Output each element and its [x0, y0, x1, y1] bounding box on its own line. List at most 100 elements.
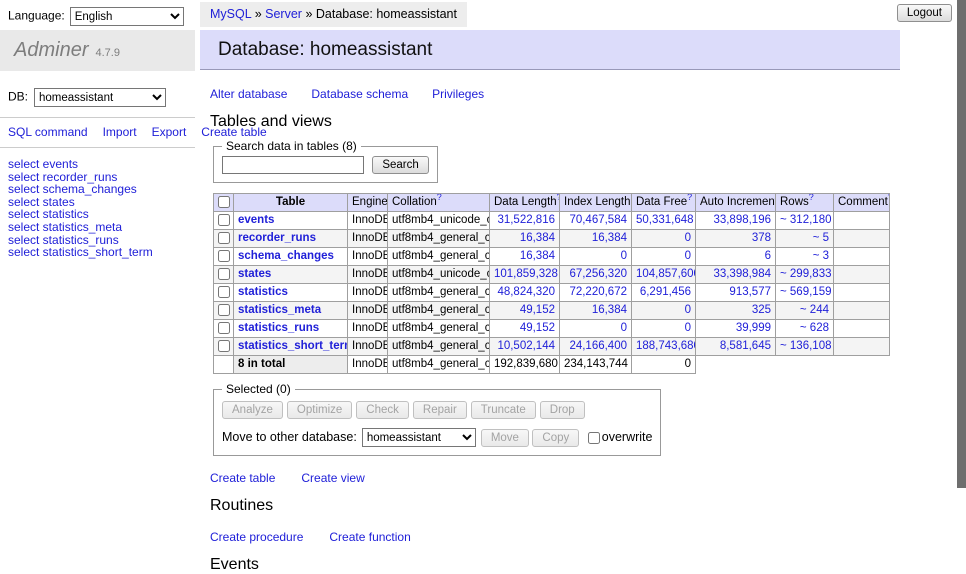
row-checkbox[interactable]	[218, 286, 230, 298]
rows-count-link[interactable]: ~ 628	[776, 320, 834, 338]
table-name-link[interactable]: statistics_meta	[238, 304, 321, 316]
database-nav-link[interactable]: Privileges	[432, 87, 484, 101]
selected-action-button[interactable]: Check	[356, 401, 409, 419]
column-header: Rows?	[776, 194, 834, 212]
collation-cell: utf8mb4_general_ci	[388, 320, 490, 338]
column-help-link[interactable]: ?	[437, 194, 442, 203]
column-header: Collation?	[388, 194, 490, 212]
move-row: Move to other database:homeassistantMove…	[222, 428, 652, 447]
table-header-row: TableEngine?Collation?Data Length?Index …	[214, 194, 890, 212]
selected-action-button[interactable]: Analyze	[222, 401, 283, 419]
table-name-link[interactable]: schema_changes	[238, 250, 334, 262]
column-help-link[interactable]: ?	[687, 194, 692, 203]
table-name-cell: recorder_runs	[234, 230, 348, 248]
row-select-cell	[214, 212, 234, 230]
row-checkbox[interactable]	[218, 250, 230, 262]
data-free-cell: 0	[632, 320, 696, 338]
sidebar-menu-link[interactable]: Import	[103, 125, 137, 139]
rows-count-link[interactable]: ~ 136,108	[776, 338, 834, 356]
sidebar-menu-link[interactable]: Export	[152, 125, 187, 139]
rows-count-link[interactable]: ~ 3	[776, 248, 834, 266]
sidebar-select-table-link[interactable]: select statistics_short_term	[8, 246, 187, 259]
create-link[interactable]: Create view	[301, 471, 364, 485]
database-nav-links: Alter database Database schema Privileges	[210, 87, 900, 101]
row-checkbox[interactable]	[218, 322, 230, 334]
routine-link[interactable]: Create function	[329, 530, 410, 544]
move-button[interactable]: Move	[481, 429, 529, 447]
logout-button[interactable]: Logout	[897, 4, 952, 22]
sidebar-select-table-link[interactable]: select schema_changes	[8, 183, 187, 196]
index-length-cell: 24,166,400	[560, 338, 632, 356]
table-name-cell: states	[234, 266, 348, 284]
table-name-cell: statistics	[234, 284, 348, 302]
breadcrumb-mysql-link[interactable]: MySQL	[210, 7, 251, 21]
row-checkbox[interactable]	[218, 268, 230, 280]
collation-cell: utf8mb4_unicode_ci	[388, 266, 490, 284]
row-checkbox[interactable]	[218, 214, 230, 226]
create-link[interactable]: Create table	[210, 471, 275, 485]
selected-fieldset: Selected (0) AnalyzeOptimizeCheckRepairT…	[213, 382, 661, 456]
comment-cell	[834, 248, 890, 266]
overwrite-checkbox[interactable]	[588, 432, 600, 444]
column-header: Engine?	[348, 194, 388, 212]
table-name-link[interactable]: statistics_short_term	[238, 340, 348, 352]
scrollbar-thumb[interactable]	[957, 0, 966, 488]
table-name-link[interactable]: states	[238, 268, 271, 280]
tables-heading: Tables and views	[210, 113, 900, 131]
search-button[interactable]: Search	[372, 156, 428, 174]
database-nav-link[interactable]: Database schema	[311, 87, 408, 101]
sidebar-menu-links: SQL commandImportExportCreate table	[0, 118, 172, 147]
select-all-checkbox[interactable]	[218, 196, 230, 208]
routine-link[interactable]: Create procedure	[210, 530, 303, 544]
row-select-cell	[214, 230, 234, 248]
auto-increment-cell: 6	[696, 248, 776, 266]
column-help-link[interactable]: ?	[888, 194, 890, 203]
sidebar-select-table-link[interactable]: select events	[8, 158, 187, 171]
rows-count-link[interactable]: ~ 299,833	[776, 266, 834, 284]
row-checkbox[interactable]	[218, 232, 230, 244]
breadcrumb-server-link[interactable]: Server	[265, 7, 302, 21]
data-free-cell: 0	[632, 230, 696, 248]
database-nav-link[interactable]: Alter database	[210, 87, 287, 101]
table-name-link[interactable]: events	[238, 214, 274, 226]
selected-action-button[interactable]: Optimize	[287, 401, 352, 419]
selected-legend: Selected (0)	[222, 382, 295, 396]
row-checkbox[interactable]	[218, 304, 230, 316]
data-length-cell: 16,384	[490, 248, 560, 266]
rows-count-link[interactable]: ~ 244	[776, 302, 834, 320]
rows-count-link[interactable]: ~ 312,180	[776, 212, 834, 230]
engine-cell: InnoDB	[348, 212, 388, 230]
collation-cell: utf8mb4_general_ci	[388, 284, 490, 302]
db-selector-row: DB:homeassistant	[0, 88, 195, 107]
table-name-link[interactable]: statistics_runs	[238, 322, 319, 334]
selected-action-button[interactable]: Drop	[540, 401, 585, 419]
row-checkbox[interactable]	[218, 340, 230, 352]
vertical-scrollbar[interactable]	[957, 0, 966, 543]
selected-action-button[interactable]: Repair	[413, 401, 467, 419]
column-header: Data Length?	[490, 194, 560, 212]
collation-cell: utf8mb4_general_ci	[388, 302, 490, 320]
overwrite-label: overwrite	[602, 430, 653, 444]
search-input[interactable]	[222, 156, 364, 174]
column-help-link[interactable]: ?	[809, 194, 814, 203]
table-row: events InnoDB utf8mb4_unicode_ci 31,522,…	[214, 212, 890, 230]
selected-action-button[interactable]: Truncate	[471, 401, 536, 419]
rows-count-link[interactable]: ~ 5	[776, 230, 834, 248]
index-length-cell: 67,256,320	[560, 266, 632, 284]
engine-cell: InnoDB	[348, 230, 388, 248]
data-free-cell: 0	[632, 248, 696, 266]
index-length-cell: 70,467,584	[560, 212, 632, 230]
index-length-cell: 0	[560, 320, 632, 338]
move-db-select[interactable]: homeassistant	[362, 428, 476, 447]
copy-button[interactable]: Copy	[532, 429, 579, 447]
sidebar-select-table-link[interactable]: select statistics_meta	[8, 221, 187, 234]
sidebar-menu-link[interactable]: SQL command	[8, 125, 88, 139]
index-length-cell: 16,384	[560, 230, 632, 248]
rows-count-link[interactable]: ~ 569,159	[776, 284, 834, 302]
totals-data-free: 0	[632, 356, 696, 374]
db-select[interactable]: homeassistant	[34, 88, 166, 107]
table-name-link[interactable]: recorder_runs	[238, 232, 316, 244]
table-name-link[interactable]: statistics	[238, 286, 288, 298]
table-row: statistics_short_term InnoDB utf8mb4_gen…	[214, 338, 890, 356]
language-select[interactable]: English	[70, 7, 184, 26]
